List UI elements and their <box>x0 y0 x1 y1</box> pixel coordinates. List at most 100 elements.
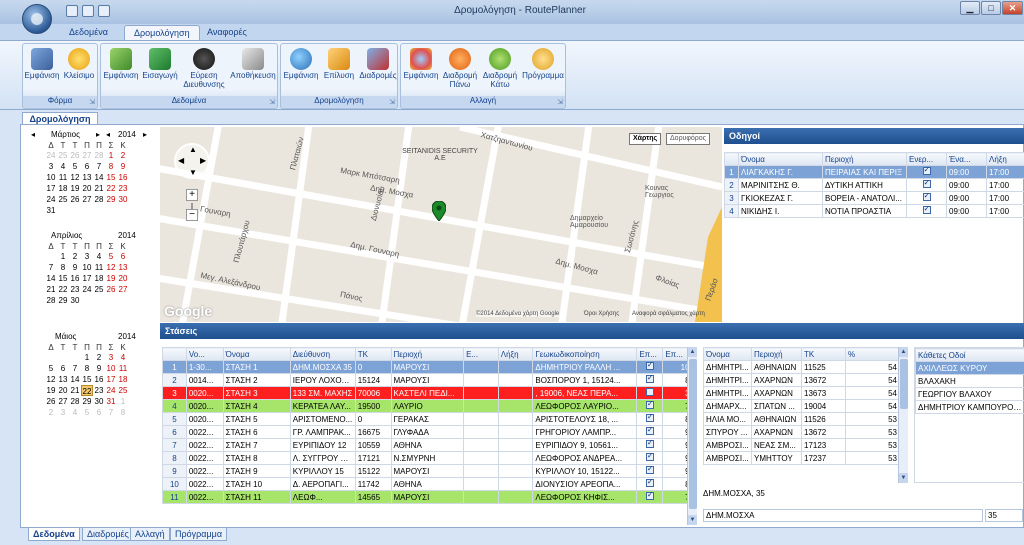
calendar-day[interactable]: 5 <box>105 251 117 262</box>
calendar-day[interactable]: 26 <box>105 284 117 295</box>
calendar-day[interactable]: 14 <box>69 374 81 385</box>
calendar-day[interactable]: 16 <box>117 172 129 183</box>
calendar-day[interactable]: 2 <box>93 352 105 363</box>
calendar-day[interactable]: 21 <box>93 183 105 194</box>
column-header[interactable] <box>724 152 739 166</box>
scroll-up-icon[interactable]: ▲ <box>688 347 697 357</box>
calendar-day[interactable]: 16 <box>93 374 105 385</box>
calendar-day[interactable]: 20 <box>81 183 93 194</box>
column-header[interactable]: Ε... <box>463 347 499 361</box>
tab-reports[interactable]: Αναφορές <box>198 25 256 40</box>
calendar-day[interactable]: 1 <box>105 150 117 161</box>
active-checkbox[interactable] <box>922 180 931 188</box>
calendar-day[interactable]: 23 <box>69 284 81 295</box>
routing-show-button[interactable]: Εμφάνιση <box>282 46 320 80</box>
calendar-day[interactable]: 29 <box>105 194 117 205</box>
calendar-day[interactable]: 28 <box>45 295 57 306</box>
calendar-day[interactable]: 24 <box>105 385 117 396</box>
calendar-day[interactable]: 22 <box>105 183 117 194</box>
calendar-day[interactable]: 10 <box>105 363 117 374</box>
calendar-day[interactable]: 9 <box>93 363 105 374</box>
column-header[interactable]: Vo... <box>185 347 224 361</box>
bottom-tab-data[interactable]: Δεδομένα <box>28 528 80 541</box>
table-row[interactable]: 9 0022... ΣΤΑΣΗ 9 ΚΥΡΙΛΛΟΥ 15 15122 ΜΑΡΟΥΣΙ ΚΥ… <box>162 464 697 478</box>
calendar-day[interactable]: 29 <box>81 396 93 407</box>
calendar-day[interactable]: 5 <box>69 161 81 172</box>
calendar-day[interactable]: 28 <box>69 396 81 407</box>
next-month-icon[interactable]: ▸ <box>96 129 100 141</box>
calendar-day[interactable]: 20 <box>117 273 129 284</box>
calendar-day[interactable] <box>45 352 57 363</box>
table-row[interactable]: ΔΗΜΑΡΧ... ΣΠΑΤΩΝ ... 19004 54 <box>703 399 899 413</box>
data-show-button[interactable]: Εμφάνιση <box>102 46 140 80</box>
table-row[interactable]: 4 0020... ΣΤΑΣΗ 4 ΚΕΡΑΤΕΑ ΛΑΥ... 19500 ΛΑΥΡΙΟ… <box>162 399 697 413</box>
calendar-day[interactable]: 3 <box>105 352 117 363</box>
calendar-day[interactable]: 10 <box>45 172 57 183</box>
calendar-day[interactable]: 23 <box>117 183 129 194</box>
calendar-day[interactable] <box>117 295 129 306</box>
table-row[interactable]: ΑΧΙΛΛΕΩΣ ΚΥΡΟΥ <box>915 361 1024 375</box>
street-input[interactable] <box>703 509 983 522</box>
matches-scrollbar[interactable]: ▲ ▼ <box>898 347 908 483</box>
calendar-day[interactable]: 6 <box>81 161 93 172</box>
column-header[interactable]: Περιοχή <box>751 347 802 361</box>
find-address-button[interactable]: Εύρεση Διευθυνσης <box>181 46 227 89</box>
table-row[interactable]: 7 0022... ΣΤΑΣΗ 7 ΕΥΡΙΠΙΔΟΥ 12 10559 ΑΘΗΝΑ ΕΥΡ… <box>162 438 697 452</box>
pan-left-icon[interactable]: ◀ <box>178 156 184 165</box>
geocode-checkbox[interactable] <box>645 427 654 435</box>
geocode-checkbox[interactable] <box>645 440 654 448</box>
map-pan-control[interactable]: ▲ ▼ ◀ ▶ <box>174 143 210 179</box>
calendar-day[interactable]: 30 <box>69 295 81 306</box>
column-header[interactable]: Διεύθυνση <box>289 347 356 361</box>
column-header[interactable]: % <box>845 347 899 361</box>
change-show-button[interactable]: Εμφάνιση <box>402 46 440 80</box>
calendar-day[interactable]: 7 <box>93 161 105 172</box>
calendar-day[interactable] <box>93 295 105 306</box>
geocode-checkbox[interactable] <box>645 453 654 461</box>
calendar-day[interactable]: 27 <box>117 284 129 295</box>
calendar-day[interactable]: 8 <box>117 407 129 418</box>
calendar-day[interactable]: 9 <box>69 262 81 273</box>
column-header[interactable]: Όνομα <box>222 347 291 361</box>
table-row[interactable]: ΒΛΑΧΑΚΗ <box>915 374 1024 388</box>
table-row[interactable]: ΔΗΜΗΤΡΙ... ΑΧΑΡΝΩΝ 13673 54 <box>703 386 899 400</box>
map-report-link[interactable]: Αναφορά σφάλματος χάρτη <box>632 311 705 317</box>
solve-button[interactable]: Επίλυση <box>321 46 357 80</box>
calendar-day[interactable]: 25 <box>57 150 69 161</box>
calendar-day[interactable]: 6 <box>93 407 105 418</box>
calendar-day[interactable]: 25 <box>117 385 129 396</box>
column-header[interactable] <box>162 347 187 361</box>
geocode-checkbox[interactable] <box>645 375 654 383</box>
calendar-day[interactable]: 13 <box>57 374 69 385</box>
tab-routing[interactable]: Δρομολόγηση <box>124 25 200 40</box>
calendar-day[interactable] <box>81 295 93 306</box>
tab-data[interactable]: Δεδομένα <box>60 25 117 40</box>
column-header[interactable]: ΤΚ <box>801 347 846 361</box>
calendar-day[interactable]: 25 <box>57 194 69 205</box>
calendar-day[interactable]: 1 <box>81 352 93 363</box>
table-row[interactable]: 1 1-30... ΣΤΑΣΗ 1 ΔΗΜ.ΜΟΣΧΑ 35 0 ΜΑΡΟΥΣΙ ΔΗΜΗΤ… <box>162 360 697 374</box>
geocode-checkbox[interactable] <box>645 492 654 500</box>
calendar-day[interactable]: 8 <box>105 161 117 172</box>
calendar-day[interactable]: 19 <box>69 183 81 194</box>
calendar-day[interactable]: 24 <box>81 284 93 295</box>
column-header[interactable]: Γεωκωδικοποίηση <box>532 347 638 361</box>
save-button[interactable]: Αποθήκευση <box>229 46 277 80</box>
calendar-day[interactable]: 12 <box>105 262 117 273</box>
column-header[interactable]: ΤΚ <box>354 347 392 361</box>
table-row[interactable]: ΑΜΒΡΟΣΙ... ΝΕΑΣ ΣΜ... 17123 53 <box>703 438 899 452</box>
quick-access-icon[interactable] <box>66 5 78 17</box>
column-header[interactable]: Περιοχή <box>390 347 465 361</box>
column-header[interactable]: Λήξη <box>497 347 534 361</box>
calendar-day[interactable]: 28 <box>93 194 105 205</box>
calendar-day[interactable]: 18 <box>117 374 129 385</box>
calendar-day[interactable]: 30 <box>117 194 129 205</box>
calendar-day[interactable]: 3 <box>81 251 93 262</box>
map-type-satellite-button[interactable]: Δορυφόρος <box>666 133 711 145</box>
table-row[interactable]: 8 0022... ΣΤΑΣΗ 8 Λ. ΣΥΓΓΡΟΥ 173 17121 Ν.ΣΜΥΡ… <box>162 451 697 465</box>
calendar-day[interactable] <box>81 205 93 216</box>
calendar-day[interactable]: 14 <box>93 172 105 183</box>
calendar-day[interactable]: 5 <box>81 407 93 418</box>
calendar-day[interactable]: 25 <box>93 284 105 295</box>
calendar-day[interactable]: 10 <box>81 262 93 273</box>
